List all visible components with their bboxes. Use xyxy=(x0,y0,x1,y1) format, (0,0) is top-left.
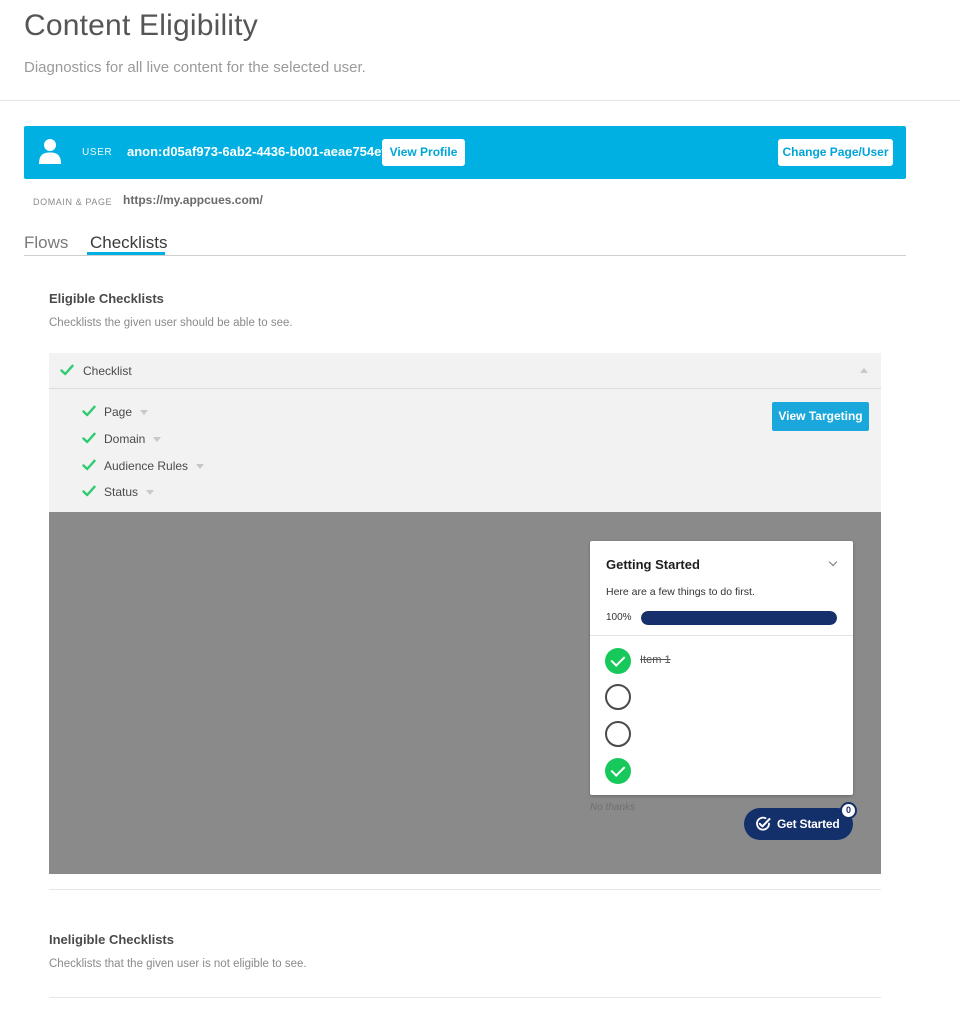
caret-down-icon xyxy=(146,490,155,496)
caret-down-icon xyxy=(140,410,149,416)
check-icon xyxy=(82,432,96,444)
empty-circle-icon xyxy=(605,721,631,747)
domain-url: https://my.appcues.com/ xyxy=(123,193,263,207)
page-title: Content Eligibility xyxy=(24,9,258,42)
user-bar: USER anon:d05af973-6ab2-4436-b001-aeae75… xyxy=(24,126,906,179)
change-page-user-button[interactable]: Change Page/User xyxy=(778,139,893,166)
checklist-name: Checklist xyxy=(83,364,132,378)
ineligible-section-description: Checklists that the given user is not el… xyxy=(49,958,307,970)
progress-bar xyxy=(641,611,837,625)
ineligible-section-title: Ineligible Checklists xyxy=(49,932,174,947)
user-label: USER xyxy=(82,147,113,158)
page-header: Content Eligibility Diagnostics for all … xyxy=(0,0,960,101)
criteria-label: Page xyxy=(104,405,133,419)
checklist-item[interactable] xyxy=(605,758,835,784)
checklist-widget: Getting Started Here are a few things to… xyxy=(590,541,853,795)
section-divider xyxy=(49,889,881,890)
widget-description: Here are a few things to do first. xyxy=(606,586,755,598)
checklist-header[interactable]: Checklist xyxy=(49,353,881,389)
tabs: Flows Checklists xyxy=(24,229,906,256)
check-icon xyxy=(60,364,74,376)
view-profile-button[interactable]: View Profile xyxy=(382,139,465,166)
chevron-down-icon[interactable] xyxy=(828,557,838,567)
completed-check-icon xyxy=(605,648,631,674)
active-tab-indicator xyxy=(87,252,165,255)
user-id: anon:d05af973-6ab2-4436-b001-aeae754eff1… xyxy=(127,144,405,159)
section-divider xyxy=(49,997,881,998)
checklist-item[interactable]: Item 1 xyxy=(605,648,835,674)
criteria-label: Domain xyxy=(104,432,146,446)
tab-flows[interactable]: Flows xyxy=(24,233,68,253)
widget-title: Getting Started xyxy=(606,557,700,572)
check-icon xyxy=(82,459,96,471)
checklist-preview: Getting Started Here are a few things to… xyxy=(49,512,881,874)
progress-percent: 100% xyxy=(606,612,632,623)
caret-down-icon xyxy=(196,464,205,470)
checklist-item[interactable] xyxy=(605,684,835,710)
collapse-caret-icon[interactable] xyxy=(860,368,868,373)
check-icon xyxy=(82,405,96,417)
eligible-section-description: Checklists the given user should be able… xyxy=(49,317,293,329)
user-icon xyxy=(39,139,61,164)
divider xyxy=(590,635,853,636)
criteria-label: Audience Rules xyxy=(104,459,189,473)
no-thanks-link[interactable]: No thanks xyxy=(590,802,635,813)
checklist-item-label: Item 1 xyxy=(640,654,671,666)
eligible-section-title: Eligible Checklists xyxy=(49,291,164,306)
checklist-item[interactable] xyxy=(605,721,835,747)
progress-fill xyxy=(641,611,837,625)
domain-label: DOMAIN & PAGE xyxy=(33,197,113,207)
criteria-label: Status xyxy=(104,485,139,499)
completed-check-icon xyxy=(605,758,631,784)
check-icon xyxy=(82,485,96,497)
caret-down-icon xyxy=(153,437,162,443)
tab-checklists[interactable]: Checklists xyxy=(90,233,167,253)
view-targeting-button[interactable]: View Targeting xyxy=(772,402,869,431)
launcher-label: Get Started xyxy=(777,817,840,831)
empty-circle-icon xyxy=(605,684,631,710)
page-subtitle: Diagnostics for all live content for the… xyxy=(24,59,366,76)
get-started-launcher[interactable]: Get Started xyxy=(744,808,853,840)
launcher-badge: 0 xyxy=(840,802,857,819)
checklist-panel: Checklist Page Domain Audience Rules Sta… xyxy=(49,353,881,874)
checklist-launcher-icon xyxy=(756,816,771,831)
